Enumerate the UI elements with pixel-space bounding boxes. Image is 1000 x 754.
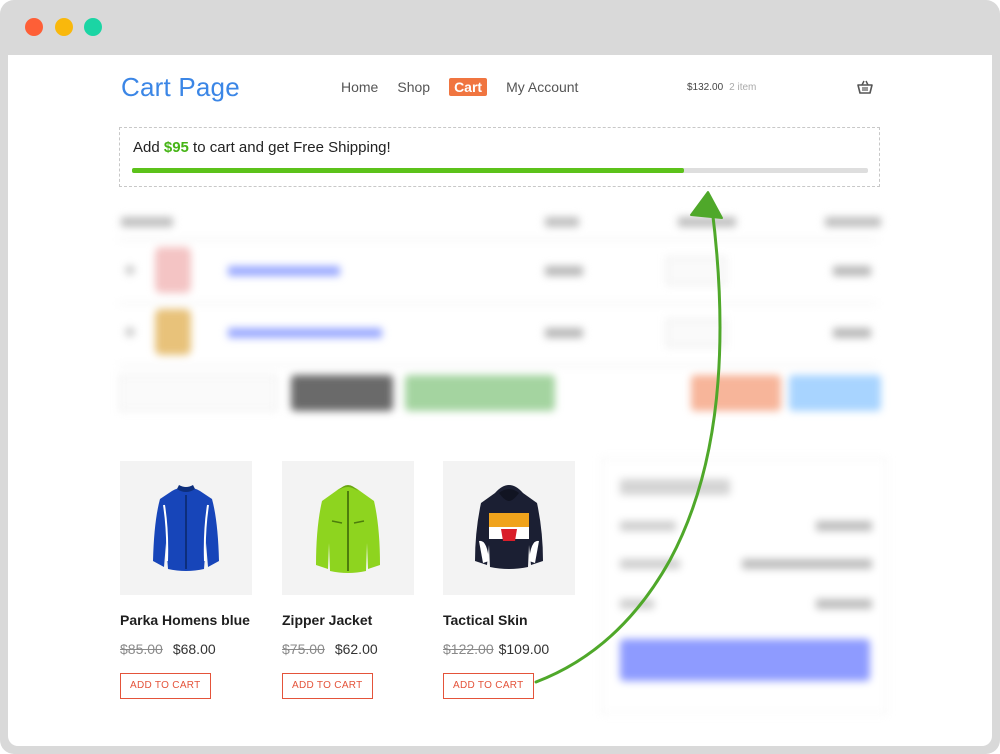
product-old-price: $75.00 xyxy=(282,641,325,657)
add-to-cart-button[interactable]: ADD TO CART xyxy=(282,673,373,699)
maximize-window-button[interactable] xyxy=(84,18,102,36)
add-to-cart-button[interactable]: ADD TO CART xyxy=(443,673,534,699)
product-old-price: $85.00 xyxy=(120,641,163,657)
nav-shop[interactable]: Shop xyxy=(397,78,430,96)
product-price: $75.00 $62.00 xyxy=(282,641,414,657)
minimize-window-button[interactable] xyxy=(55,18,73,36)
close-window-button[interactable] xyxy=(25,18,43,36)
main-nav: Home Shop Cart My Account xyxy=(341,78,597,96)
product-card: Zipper Jacket $75.00 $62.00 ADD TO CART xyxy=(282,461,414,699)
product-price: $85.00 $68.00 xyxy=(120,641,252,657)
product-sale-price: $109.00 xyxy=(498,641,550,657)
site-title[interactable]: Cart Page xyxy=(121,72,240,103)
nav-home[interactable]: Home xyxy=(341,78,378,96)
product-card: Tactical Skin $122.00 $109.00 ADD TO CART xyxy=(443,461,575,699)
product-name[interactable]: Tactical Skin xyxy=(443,612,575,628)
page-viewport: Cart Page Home Shop Cart My Account $132… xyxy=(8,55,992,746)
free-shipping-progress-fill xyxy=(132,168,684,173)
header-cart-summary[interactable]: $132.00 2 item xyxy=(687,82,756,93)
add-to-cart-button[interactable]: ADD TO CART xyxy=(120,673,211,699)
blurred-cart-table xyxy=(113,205,893,415)
product-old-price: $122.00 xyxy=(443,641,494,657)
product-image-blue-jacket[interactable] xyxy=(120,461,252,595)
blurred-cart-totals xyxy=(601,458,887,714)
shipping-amount-needed: $95 xyxy=(163,139,189,156)
free-shipping-progress-bar xyxy=(132,168,868,173)
browser-window: Cart Page Home Shop Cart My Account $132… xyxy=(0,0,1000,754)
product-name[interactable]: Parka Homens blue xyxy=(120,612,252,628)
product-price: $122.00 $109.00 xyxy=(443,641,575,657)
free-shipping-notice: Add $95 to cart and get Free Shipping! xyxy=(119,127,880,187)
cart-total-amount: $132.00 xyxy=(687,82,724,93)
product-card: Parka Homens blue $85.00 $68.00 ADD TO CA… xyxy=(120,461,252,699)
free-shipping-message: Add $95 to cart and get Free Shipping! xyxy=(133,139,391,156)
product-image-tactical-hoodie[interactable] xyxy=(443,461,575,595)
nav-cart[interactable]: Cart xyxy=(449,78,488,96)
product-image-green-jacket[interactable] xyxy=(282,461,414,595)
product-sale-price: $62.00 xyxy=(334,641,378,657)
cart-item-count: 2 item xyxy=(729,82,757,93)
nav-my-account[interactable]: My Account xyxy=(506,78,578,96)
basket-icon[interactable] xyxy=(857,80,873,94)
product-sale-price: $68.00 xyxy=(172,641,216,657)
product-name[interactable]: Zipper Jacket xyxy=(282,612,414,628)
